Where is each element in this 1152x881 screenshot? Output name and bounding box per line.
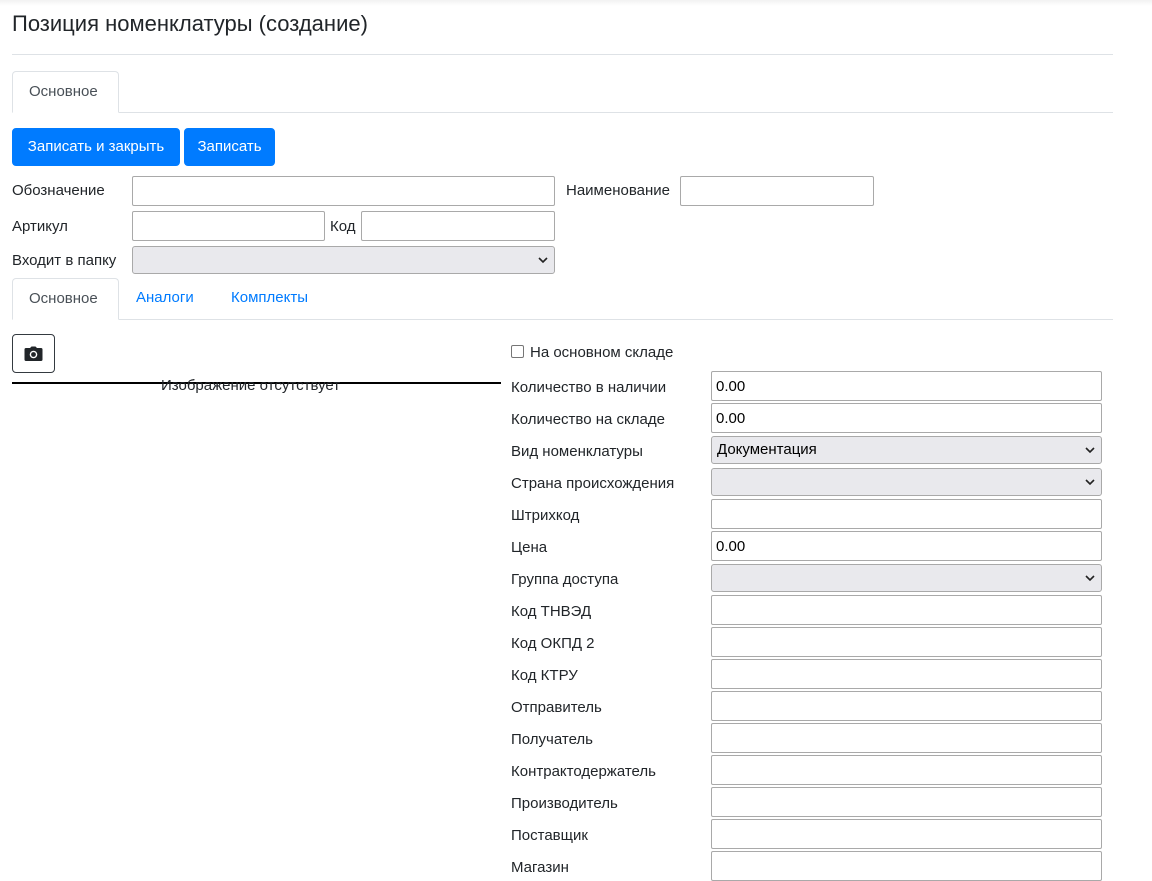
tab-main[interactable]: Основное: [12, 71, 119, 113]
field-4-label: Страна происхождения: [511, 475, 675, 492]
subtab-main[interactable]: Основное: [12, 278, 119, 320]
article-input[interactable]: [132, 211, 325, 241]
field-16-input[interactable]: [711, 851, 1102, 881]
field-11-input[interactable]: [711, 691, 1102, 721]
field-3-select-value: Документация: [717, 441, 817, 458]
field-14-input[interactable]: [711, 787, 1102, 817]
field-12-label: Получатель: [511, 731, 593, 748]
field-5-input[interactable]: [711, 499, 1102, 529]
field-15-input[interactable]: [711, 819, 1102, 849]
name-label: Наименование: [566, 182, 670, 199]
field-2-label: Количество на складе: [511, 411, 665, 428]
upload-image-button[interactable]: [12, 334, 55, 373]
save-button[interactable]: Записать: [184, 128, 275, 166]
folder-label: Входит в папку: [12, 252, 117, 269]
field-9-label: Код ОКПД 2: [511, 635, 595, 652]
field-3-label: Вид номенклатуры: [511, 443, 643, 460]
top-shade: [0, 0, 1152, 6]
main-warehouse-label: На основном складе: [530, 344, 674, 361]
field-8-label: Код ТНВЭД: [511, 603, 592, 620]
field-6-label: Цена: [511, 539, 548, 556]
field-11-label: Отправитель: [511, 699, 602, 716]
field-12-input[interactable]: [711, 723, 1102, 753]
title-divider: [12, 54, 1113, 55]
field-6-input[interactable]: [711, 531, 1102, 561]
article-label: Артикул: [12, 218, 68, 235]
chevron-down-icon: [1085, 479, 1095, 486]
subtab-kits[interactable]: Комплекты: [215, 278, 324, 320]
folder-select[interactable]: [132, 246, 555, 274]
field-1-label: Количество в наличии: [511, 379, 667, 396]
field-8-input[interactable]: [711, 595, 1102, 625]
subtab-analogs[interactable]: Аналоги: [120, 278, 210, 320]
field-2-input[interactable]: [711, 403, 1102, 433]
field-7-select[interactable]: [711, 564, 1102, 592]
chevron-down-icon: [1085, 447, 1095, 454]
camera-icon: [24, 346, 43, 361]
designation-label: Обозначение: [12, 182, 105, 199]
designation-input[interactable]: [132, 176, 555, 206]
save-and-close-button[interactable]: Записать и закрыть: [12, 128, 180, 166]
field-10-label: Код КТРУ: [511, 667, 578, 684]
name-input[interactable]: [680, 176, 874, 206]
field-16-label: Магазин: [511, 859, 569, 876]
field-13-input[interactable]: [711, 755, 1102, 785]
field-3-select[interactable]: Документация: [711, 436, 1102, 464]
field-7-label: Группа доступа: [511, 571, 619, 588]
field-14-label: Производитель: [511, 795, 618, 812]
chevron-down-icon: [538, 257, 548, 264]
code-input[interactable]: [361, 211, 555, 241]
field-10-input[interactable]: [711, 659, 1102, 689]
top-tabs-divider: [119, 112, 1113, 113]
field-4-select[interactable]: [711, 468, 1102, 496]
field-13-label: Контрактодержатель: [511, 763, 656, 780]
page-title: Позиция номенклатуры (создание): [12, 11, 368, 36]
sub-tabs-divider: [119, 319, 1113, 320]
code-label: Код: [330, 218, 356, 235]
field-15-label: Поставщик: [511, 827, 588, 844]
field-1-input[interactable]: [711, 371, 1102, 401]
no-image-text: Изображение отсутствует: [161, 377, 341, 394]
field-5-label: Штрихкод: [511, 507, 580, 524]
main-warehouse-checkbox[interactable]: [511, 345, 524, 358]
field-9-input[interactable]: [711, 627, 1102, 657]
chevron-down-icon: [1085, 575, 1095, 582]
